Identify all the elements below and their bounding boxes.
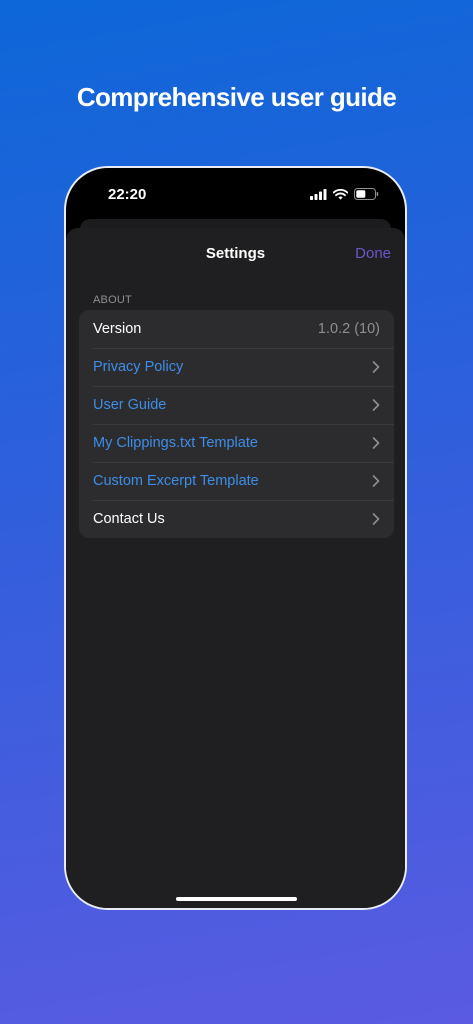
cellular-signal-icon	[310, 188, 327, 200]
headline: Comprehensive user guide	[76, 82, 397, 112]
version-label: Version	[93, 321, 142, 337]
list-item-custom-excerpt-template[interactable]: Custom Excerpt Template	[79, 462, 394, 500]
list-item-user-guide[interactable]: User Guide	[79, 386, 394, 424]
done-button[interactable]: Done	[355, 244, 391, 264]
section-header-about: ABOUT	[93, 294, 132, 306]
chevron-right-icon	[372, 475, 380, 487]
list-item-privacy-policy[interactable]: Privacy Policy	[79, 348, 394, 386]
settings-sheet: Settings Done ABOUT Version 1.0.2 (10) P…	[66, 228, 405, 908]
battery-icon	[354, 188, 379, 200]
status-icons	[310, 188, 379, 200]
status-time: 22:20	[108, 186, 147, 203]
list-item-version: Version 1.0.2 (10)	[79, 310, 394, 348]
home-indicator[interactable]	[176, 897, 297, 901]
privacy-policy-label: Privacy Policy	[93, 359, 184, 375]
chevron-right-icon	[372, 513, 380, 525]
phone-frame: 22:20 Settings Done ABOUT Version 1.0.2 …	[64, 166, 407, 910]
chevron-right-icon	[372, 399, 380, 411]
nav-title: Settings	[205, 245, 266, 262]
wifi-icon	[333, 188, 348, 200]
list-item-contact-us[interactable]: Contact Us	[79, 500, 394, 538]
custom-excerpt-template-label: Custom Excerpt Template	[93, 473, 259, 489]
list-item-clippings-template[interactable]: My Clippings.txt Template	[79, 424, 394, 462]
chevron-right-icon	[372, 437, 380, 449]
chevron-right-icon	[372, 361, 380, 373]
clippings-template-label: My Clippings.txt Template	[93, 435, 258, 451]
version-value: 1.0.2 (10)	[317, 321, 380, 337]
contact-us-label: Contact Us	[93, 511, 165, 527]
about-list: Version 1.0.2 (10) Privacy Policy User G…	[79, 310, 394, 538]
status-bar: 22:20	[66, 168, 405, 220]
user-guide-label: User Guide	[93, 397, 167, 413]
